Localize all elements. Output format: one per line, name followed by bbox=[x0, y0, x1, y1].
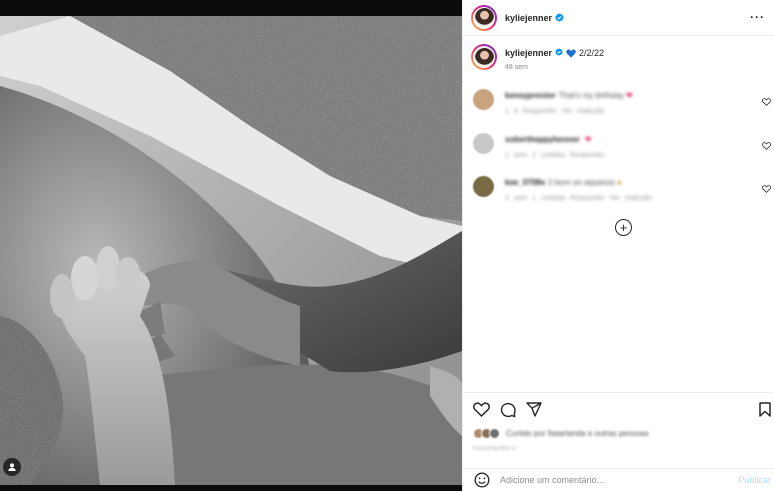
top-black-bar bbox=[0, 0, 462, 16]
author-username[interactable]: kyliejenner bbox=[505, 13, 552, 23]
caption-timestamp[interactable]: 48 sem bbox=[505, 64, 604, 71]
comment-text: 2 born on aquarius bbox=[548, 178, 615, 187]
emoji-icon[interactable] bbox=[474, 472, 490, 488]
commenter-avatar[interactable] bbox=[473, 176, 494, 197]
post-caption: kyliejenner 2/2/22 48 sem bbox=[471, 44, 767, 71]
post-photo-pane bbox=[0, 0, 462, 491]
heart-icon[interactable] bbox=[762, 93, 771, 111]
comment-meta[interactable]: 1 d Responder Ver tradução bbox=[505, 108, 633, 115]
verified-badge-icon bbox=[555, 48, 563, 58]
verified-badge-icon bbox=[555, 13, 564, 22]
comment-input[interactable] bbox=[500, 475, 700, 485]
comment-composer: Publicar bbox=[463, 468, 774, 491]
author-avatar[interactable] bbox=[471, 4, 497, 31]
share-icon[interactable] bbox=[526, 402, 542, 422]
comment-meta[interactable]: 1 sem 2 curtidas Responder bbox=[505, 152, 605, 159]
commenter-username[interactable]: sobertheppyhenner bbox=[505, 135, 580, 144]
commenter-avatar[interactable] bbox=[473, 89, 494, 110]
post-actions-bar bbox=[463, 392, 774, 426]
heart-icon[interactable] bbox=[473, 402, 490, 422]
post-date: FEVEREIRO 2 bbox=[473, 446, 516, 452]
caption-text: 2/2/22 bbox=[579, 48, 605, 58]
comment-item: sobertheppyhenner ❤ 1 sem 2 curtidas Res… bbox=[473, 133, 771, 159]
plus-circle-icon[interactable]: + bbox=[615, 219, 632, 236]
user-tag-icon[interactable] bbox=[3, 458, 21, 476]
post-details-panel: kyliejenner ··· kyliejenner 2/2/22 48 se… bbox=[462, 0, 774, 491]
likes-text[interactable]: Curtido por fiatartanda e outras pessoas bbox=[506, 429, 649, 438]
commenter-avatar[interactable] bbox=[473, 133, 494, 154]
likes-summary[interactable]: Curtido por fiatartanda e outras pessoas bbox=[473, 428, 649, 439]
commenter-username[interactable]: kensyproctor bbox=[505, 91, 556, 100]
bottom-black-bar bbox=[0, 485, 462, 491]
heart-icon[interactable] bbox=[762, 180, 771, 198]
caption-username[interactable]: kyliejenner bbox=[505, 48, 552, 58]
blue-heart-icon bbox=[566, 48, 576, 58]
commenter-username[interactable]: kee_0708e bbox=[505, 178, 545, 187]
post-header: kyliejenner ··· bbox=[463, 0, 774, 36]
post-photo[interactable] bbox=[0, 16, 462, 485]
comment-icon[interactable] bbox=[500, 402, 516, 423]
post-comment-button[interactable]: Publicar bbox=[738, 475, 771, 485]
comment-text: That's my birthday bbox=[558, 91, 624, 100]
heart-icon[interactable] bbox=[762, 137, 771, 155]
caption-author-avatar[interactable] bbox=[471, 44, 497, 70]
liker-avatars bbox=[473, 428, 500, 439]
comment-item: kensyproctor That's my birthday ❤ 1 d Res… bbox=[473, 89, 771, 115]
comment-meta[interactable]: 3 sem 1 curtidas Responder Ver tradução bbox=[505, 195, 652, 202]
bookmark-icon[interactable] bbox=[759, 402, 771, 422]
comment-item: kee_0708e 2 born on aquarius ● 3 sem 1 cu… bbox=[473, 176, 771, 202]
more-options-icon[interactable]: ··· bbox=[750, 10, 765, 24]
